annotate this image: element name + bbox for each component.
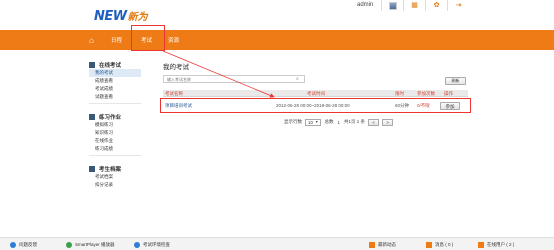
feedback-link[interactable]: 问题反馈	[10, 238, 37, 250]
env-check-link[interactable]: 考试环境检查	[134, 238, 170, 250]
users-icon	[478, 241, 484, 248]
check-icon	[134, 241, 140, 248]
help-icon	[10, 241, 16, 248]
message-icon	[426, 241, 432, 248]
player-icon	[66, 241, 72, 248]
smartplayer-link[interactable]: SmartPlayer 播放器	[66, 238, 115, 250]
news-link[interactable]: 最新动态	[369, 238, 396, 250]
messages-link[interactable]: 消息 ( 0 )	[426, 238, 453, 250]
footer-bar: 问题反馈 SmartPlayer 播放器 考试环境检查 最新动态 消息 ( 0 …	[0, 237, 554, 250]
news-icon	[369, 241, 375, 248]
online-users-link[interactable]: 在线用户 ( 2 )	[478, 238, 514, 250]
annotation-arrow	[162, 50, 275, 98]
